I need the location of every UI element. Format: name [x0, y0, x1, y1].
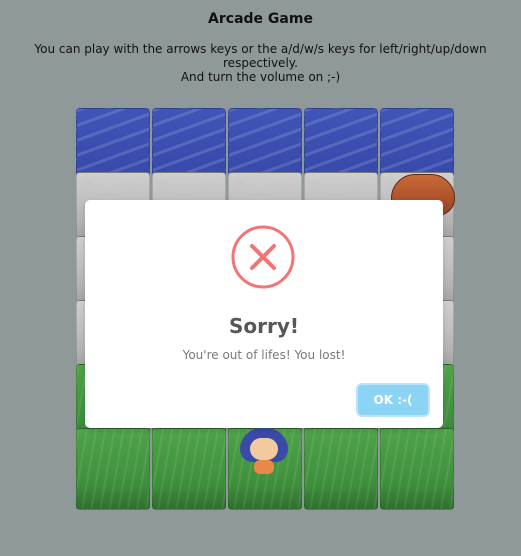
instructions-line-1: You can play with the arrows keys or the…	[34, 42, 487, 70]
instructions-line-2: And turn the volume on ;-)	[180, 70, 341, 84]
grass-tile	[76, 428, 150, 510]
ok-button[interactable]: OK :-(	[358, 385, 428, 415]
player-body	[254, 460, 274, 474]
grass-tile	[152, 428, 226, 510]
grass-tile	[380, 428, 454, 510]
game-over-dialog: Sorry! You're out of lifes! You lost! OK…	[85, 200, 443, 428]
player-face	[250, 438, 278, 460]
page-instructions: You can play with the arrows keys or the…	[0, 42, 521, 84]
grass-tile	[304, 428, 378, 510]
dialog-title: Sorry!	[228, 314, 300, 338]
dialog-message: You're out of lifes! You lost!	[182, 348, 346, 362]
error-icon	[231, 225, 295, 289]
player-character	[240, 428, 288, 476]
page-title: Arcade Game	[208, 11, 313, 27]
